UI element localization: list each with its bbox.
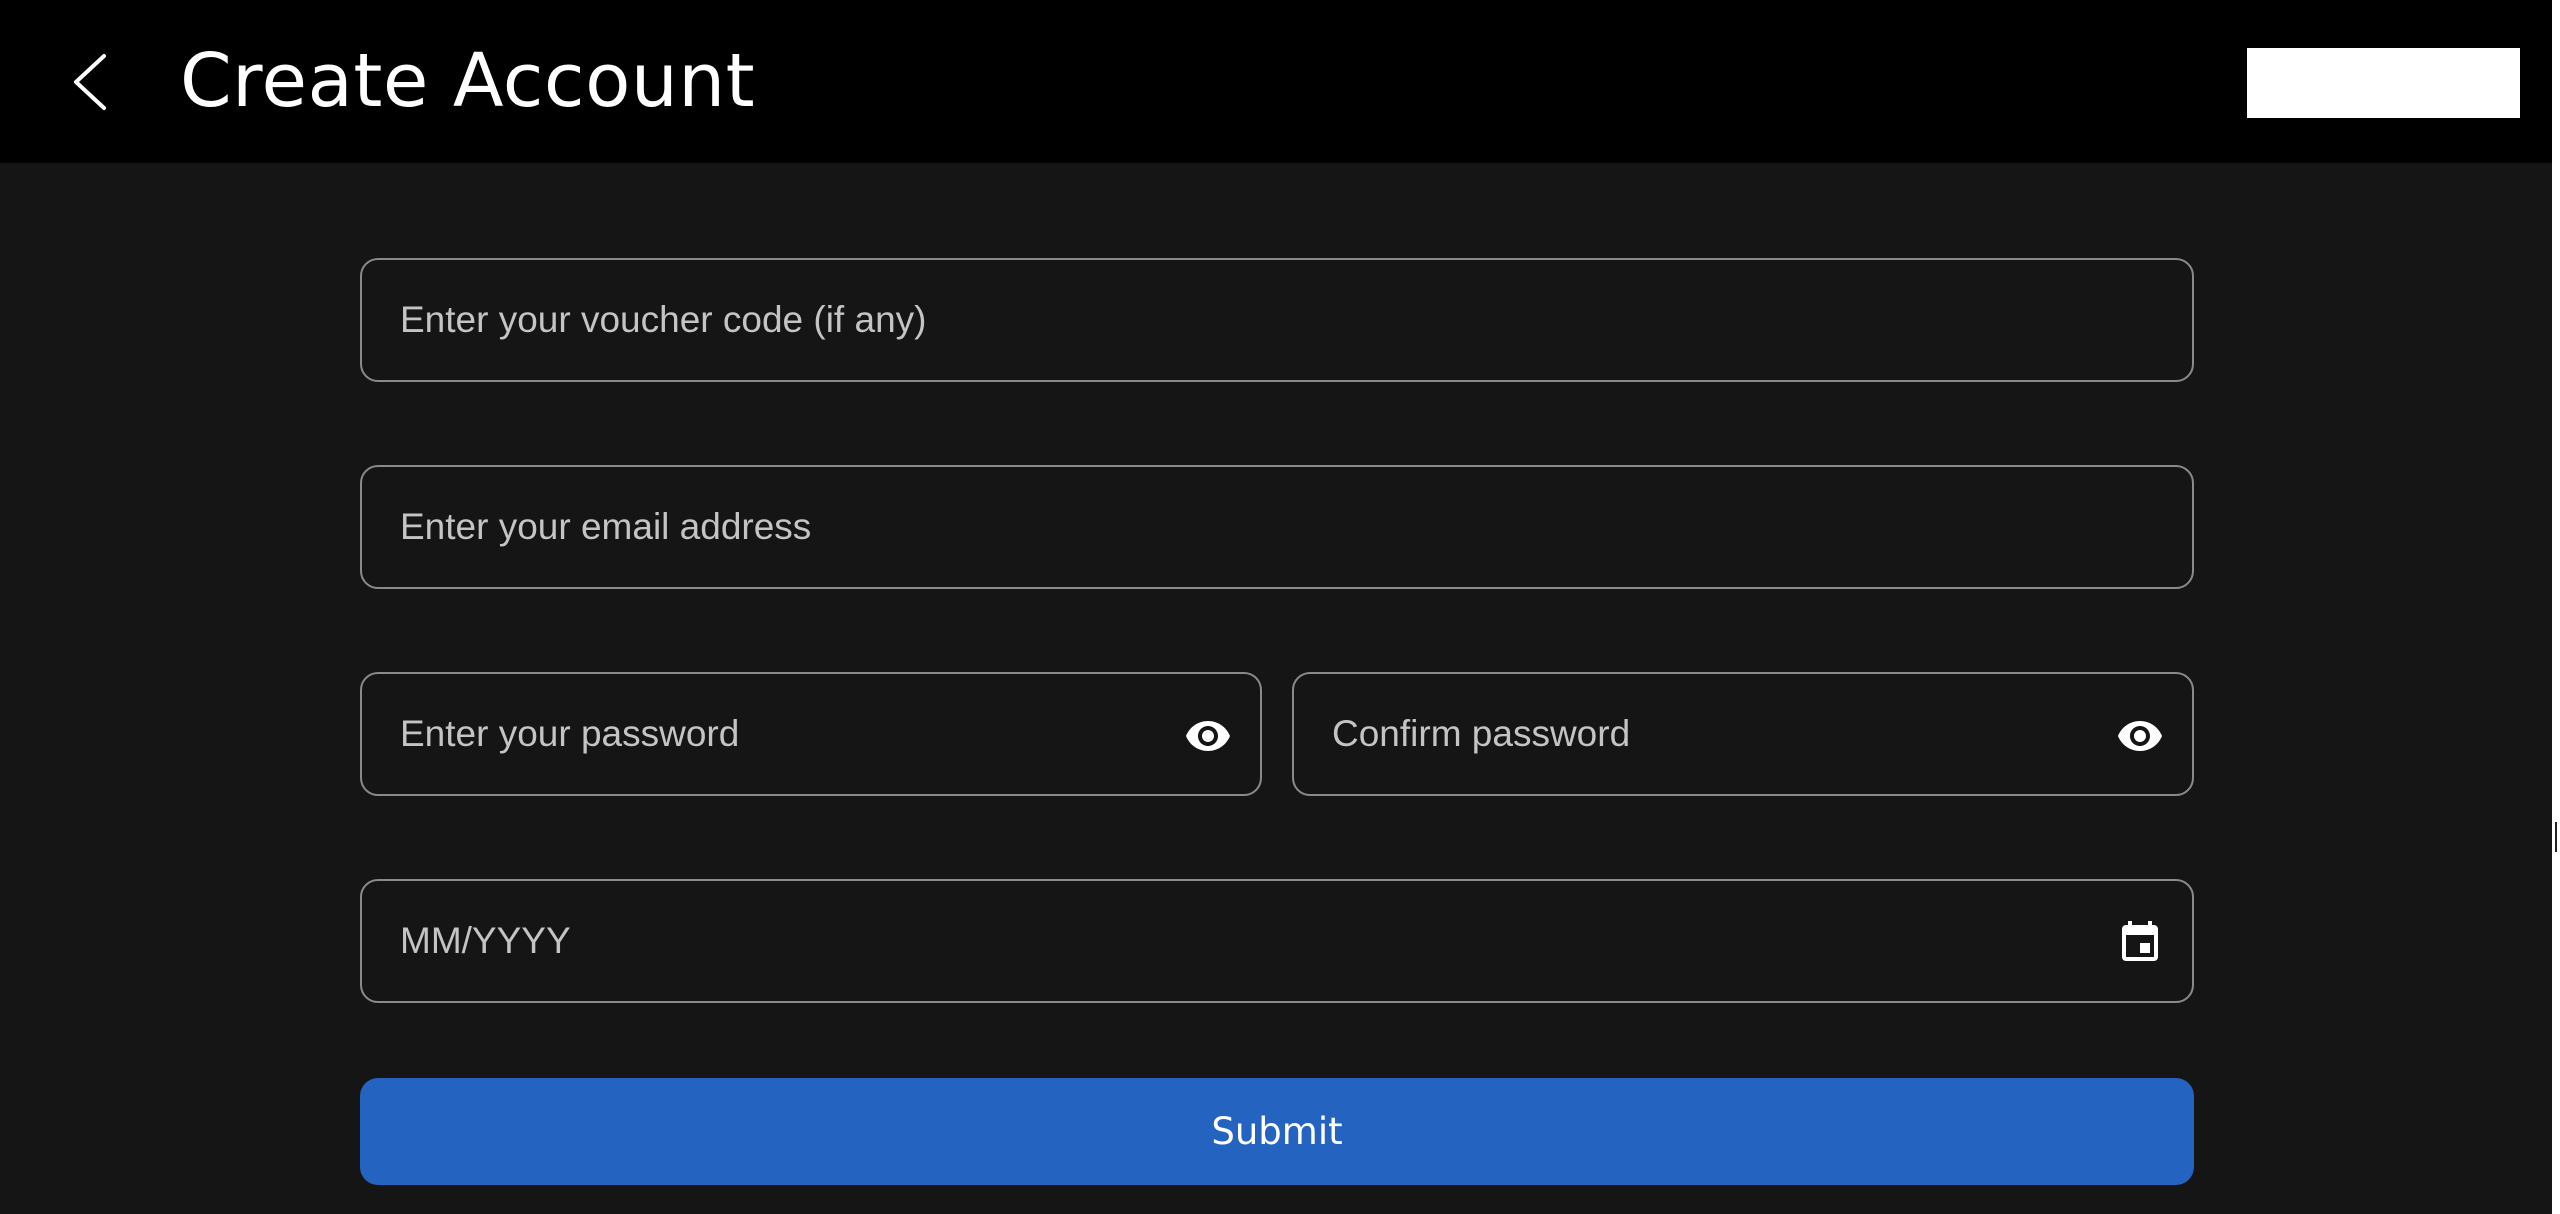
resize-handle[interactable] [2555,822,2557,852]
calendar-icon[interactable] [2116,919,2164,967]
header-white-box [2247,48,2520,118]
window-edge [2552,0,2560,1214]
birth-date-field [360,879,2194,1003]
voucher-field [360,258,2194,382]
confirm-password-input[interactable] [1332,674,2090,794]
password-field [360,672,1262,796]
birth-date-input[interactable] [400,881,2090,1001]
email-field [360,465,2194,589]
header-bar: Create Account [0,0,2552,163]
submit-button[interactable]: Submit [360,1078,2194,1185]
back-button[interactable] [58,42,122,122]
eye-icon[interactable] [1184,712,1232,760]
email-input[interactable] [400,467,2090,587]
page-title: Create Account [180,38,756,124]
voucher-code-input[interactable] [400,260,2090,380]
chevron-left-icon [74,54,106,110]
password-input[interactable] [400,674,1158,794]
eye-icon[interactable] [2116,712,2164,760]
confirm-password-field [1292,672,2194,796]
